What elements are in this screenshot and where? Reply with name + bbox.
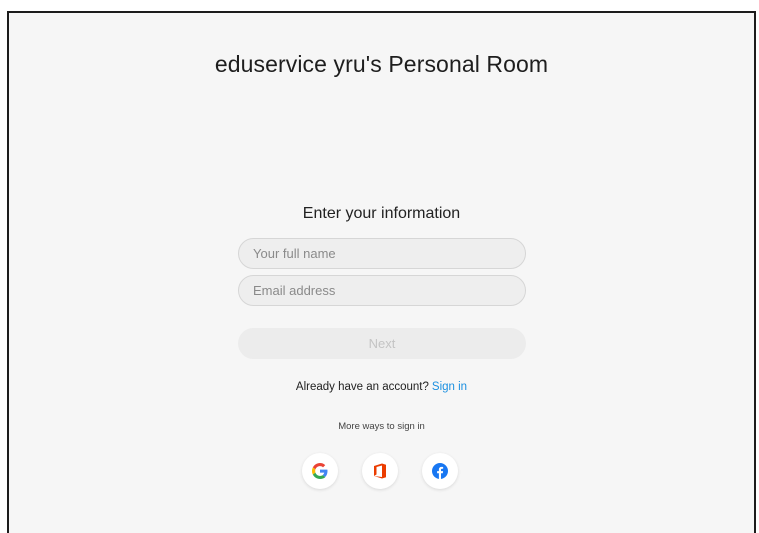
sign-in-link[interactable]: Sign in	[432, 381, 467, 393]
account-prompt-line: Already have an account? Sign in	[9, 381, 754, 393]
form-title: Enter your information	[302, 205, 461, 222]
full-name-input[interactable]	[238, 238, 526, 269]
google-sign-in-button[interactable]	[302, 453, 338, 489]
page-title: eduservice yru's Personal Room	[214, 51, 549, 77]
facebook-icon	[432, 463, 448, 479]
next-button[interactable]: Next	[238, 328, 526, 359]
facebook-sign-in-button[interactable]	[422, 453, 458, 489]
account-prompt-text: Already have an account?	[295, 381, 429, 393]
office-icon	[374, 463, 386, 479]
email-input[interactable]	[238, 275, 526, 306]
top-strip	[0, 0, 759, 10]
google-icon	[312, 463, 328, 479]
more-ways-label: More ways to sign in	[338, 421, 425, 432]
office-sign-in-button[interactable]	[362, 453, 398, 489]
personal-room-page: eduservice yru's Personal Room Enter you…	[7, 11, 756, 533]
